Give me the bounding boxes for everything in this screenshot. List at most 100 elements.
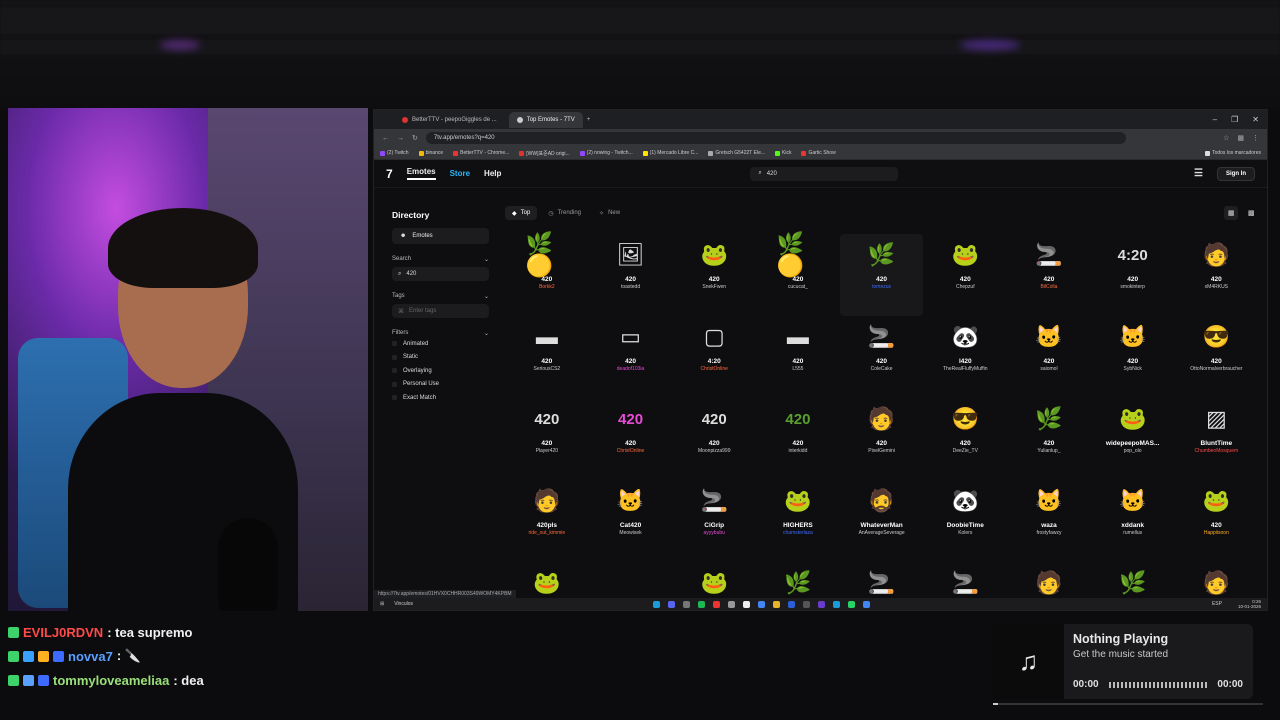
tab-trending[interactable]: ◷ Trending bbox=[541, 206, 588, 220]
star-icon[interactable]: ☆ bbox=[1223, 134, 1229, 142]
bookmark-item[interactable]: Kick bbox=[775, 150, 791, 156]
grid-view-icon[interactable]: ▦ bbox=[1224, 206, 1239, 220]
windows-start-icon[interactable]: ⊞ bbox=[380, 601, 384, 607]
bookmark-item[interactable]: [WW]표준AD origi... bbox=[519, 150, 570, 157]
emote-card[interactable]: 🐼 DoobieTime Kolers bbox=[923, 480, 1007, 562]
emote-card[interactable]: 4:20 420 smokinterp bbox=[1091, 234, 1175, 316]
folder-icon[interactable] bbox=[773, 600, 781, 608]
emote-card[interactable]: ▬ 420 SeriousCS2 bbox=[505, 316, 589, 398]
emote-card[interactable]: 🌿 420 tomezus bbox=[839, 234, 924, 316]
premiere-icon[interactable] bbox=[818, 600, 826, 608]
emote-card[interactable]: 🐸 HIGHERS chamsterlaza bbox=[756, 480, 840, 562]
bookmark-item[interactable]: binance bbox=[418, 150, 443, 156]
emote-card[interactable]: 🌿🟡 420 cucucat_ bbox=[756, 233, 840, 316]
extensions-icon[interactable]: ▦ bbox=[1237, 134, 1244, 142]
filter-option[interactable]: Exact Match bbox=[392, 391, 489, 405]
reload-icon[interactable]: ↻ bbox=[412, 134, 418, 142]
chrome-icon[interactable] bbox=[758, 600, 766, 608]
checkbox[interactable] bbox=[392, 341, 397, 347]
emote-card[interactable]: 🧑 420 PixelGemini bbox=[840, 398, 924, 480]
emote-card[interactable]: 😎 420 OttoNormalverbraucher bbox=[1175, 316, 1259, 398]
checkbox[interactable] bbox=[392, 395, 397, 401]
search-section-header[interactable]: Search ⌄ bbox=[392, 256, 489, 263]
bookmark-item[interactable]: (1) Mercado Libre C... bbox=[642, 150, 698, 156]
hamburger-menu-icon[interactable]: ☰ bbox=[1194, 168, 1203, 179]
app-icon[interactable] bbox=[728, 600, 736, 608]
filter-option[interactable]: Animated bbox=[392, 337, 489, 351]
sign-in-button[interactable]: Sign In bbox=[1217, 166, 1255, 181]
emote-card[interactable]: 🧑 420pls ride_out_kimmie bbox=[505, 480, 589, 562]
tab-betterttv[interactable]: BetterTTV - peepoGiggles de ... bbox=[394, 112, 505, 128]
forward-icon[interactable]: → bbox=[397, 135, 404, 142]
emote-card[interactable]: ▢ 4:20 ChristOnline bbox=[672, 316, 756, 398]
emote-card[interactable]: ▬ 420 L555 bbox=[756, 316, 840, 398]
filters-section-header[interactable]: Filters ⌄ bbox=[392, 330, 489, 337]
emote-card[interactable]: 🐸 420 Chepzuf bbox=[923, 234, 1007, 316]
emote-card[interactable]: 🌿🟡 420 Borkk2 bbox=[505, 233, 589, 316]
nav-emotes[interactable]: Emotes bbox=[406, 167, 436, 180]
filter-option[interactable]: Static bbox=[392, 351, 489, 365]
menu-icon[interactable]: ⋮ bbox=[1252, 134, 1259, 142]
taskbar-clock[interactable]: 0:26 10-01-2026 bbox=[1238, 599, 1261, 609]
tab-top[interactable]: ◆ Top bbox=[505, 206, 538, 220]
bookmark-item[interactable]: Gretsch G5422T Ele... bbox=[708, 150, 765, 156]
app-icon[interactable] bbox=[713, 600, 721, 608]
emote-card[interactable]: 🐱 xddank rumellus bbox=[1091, 480, 1175, 562]
emote-card[interactable]: 😎 420 DeeZie_TV bbox=[923, 398, 1007, 480]
app-icon[interactable] bbox=[743, 600, 751, 608]
emote-card[interactable]: 🐸 420 SnekFwen bbox=[672, 234, 756, 316]
sidebar-item-emotes[interactable]: ☻ Emotes bbox=[392, 228, 489, 244]
chrome-icon[interactable] bbox=[863, 600, 871, 608]
large-grid-view-icon[interactable]: ▩ bbox=[1244, 206, 1258, 220]
filter-option[interactable]: Overlaying bbox=[392, 364, 489, 378]
emote-card[interactable]: 🐱 420 SybNick bbox=[1091, 316, 1175, 398]
back-icon[interactable]: ← bbox=[382, 135, 389, 142]
emote-card[interactable]: 🐼 l420 TheRealFluffyMuffin bbox=[923, 316, 1007, 398]
photoshop-icon[interactable] bbox=[788, 600, 796, 608]
spotify-icon[interactable] bbox=[698, 600, 706, 608]
new-tab-icon[interactable]: + bbox=[587, 117, 591, 123]
emote-card[interactable]: 420 420 Player420 bbox=[505, 398, 589, 480]
minimize-icon[interactable]: – bbox=[1213, 115, 1217, 124]
checkbox[interactable] bbox=[392, 368, 397, 374]
close-icon[interactable]: ✕ bbox=[1252, 115, 1259, 124]
emote-card[interactable]: 420 420 interkidd bbox=[756, 398, 840, 480]
nav-help[interactable]: Help bbox=[484, 169, 501, 178]
steam-icon[interactable] bbox=[653, 600, 661, 608]
emote-card[interactable]: 🐸 420 Happiisoon bbox=[1175, 480, 1259, 562]
emote-search-input[interactable]: ⌕ 420 bbox=[750, 166, 899, 181]
taskbar-language[interactable]: ESP bbox=[1212, 601, 1222, 607]
url-field[interactable]: 7tv.app/emotes?q=420 bbox=[425, 132, 1126, 144]
emote-card[interactable]: 🚬 420 ColeCake bbox=[840, 316, 924, 398]
tab-7tv[interactable]: Top Emotes - 7TV bbox=[508, 111, 583, 128]
emote-card[interactable]: 🐱 waza frostyfawzy bbox=[1007, 480, 1091, 562]
bookmark-item[interactable]: BetterTTV - Chrome... bbox=[453, 150, 509, 156]
emote-card[interactable]: 🧑 420 xM4RKUS bbox=[1175, 234, 1259, 316]
bookmark-item[interactable]: Todos los marcadores bbox=[1205, 150, 1261, 156]
emote-card[interactable]: 🖼 420 toastedd bbox=[589, 234, 673, 316]
emote-card[interactable]: 🐱 420 saiomol bbox=[1007, 316, 1091, 398]
emote-card[interactable]: ▨ BluntTime ChumbeoMosquem bbox=[1175, 398, 1259, 480]
tags-section-header[interactable]: Tags ⌄ bbox=[392, 293, 489, 300]
tags-input[interactable]: ⌘ Enter tags bbox=[392, 304, 489, 318]
bookmark-item[interactable]: (2) Twitch bbox=[380, 150, 409, 156]
emote-card[interactable]: 420 420 Moonpizza999 bbox=[672, 398, 756, 480]
emote-card[interactable]: 🐸 widepeepoMAS... pop_olo bbox=[1091, 398, 1175, 480]
discord-icon[interactable] bbox=[668, 600, 676, 608]
bookmark-item[interactable]: (2) nowing - Twitch... bbox=[579, 150, 633, 156]
emote-card[interactable]: 🚬 CiGrip ayyybubu bbox=[672, 480, 756, 562]
nav-store[interactable]: Store bbox=[450, 169, 470, 178]
taskbar-search[interactable]: Vinculos bbox=[394, 601, 413, 607]
whatsapp-icon[interactable] bbox=[848, 600, 856, 608]
emote-card[interactable]: 420 420 ChristOnline bbox=[589, 398, 673, 480]
emote-card[interactable]: 🐱 Cat420 Meowisek bbox=[589, 480, 673, 562]
emote-card[interactable]: 🧔 WhateverMan AnAverageSeverage bbox=[840, 480, 924, 562]
obs-icon[interactable] bbox=[683, 600, 691, 608]
maximize-icon[interactable]: ❐ bbox=[1231, 115, 1238, 124]
checkbox[interactable] bbox=[392, 354, 397, 360]
checkbox[interactable] bbox=[392, 381, 397, 387]
tab-new[interactable]: ✧ New bbox=[592, 206, 627, 220]
app-icon[interactable] bbox=[833, 600, 841, 608]
filter-option[interactable]: Personal Use bbox=[392, 378, 489, 392]
emote-card[interactable]: 🌿 420 Yulianlup_ bbox=[1007, 398, 1091, 480]
